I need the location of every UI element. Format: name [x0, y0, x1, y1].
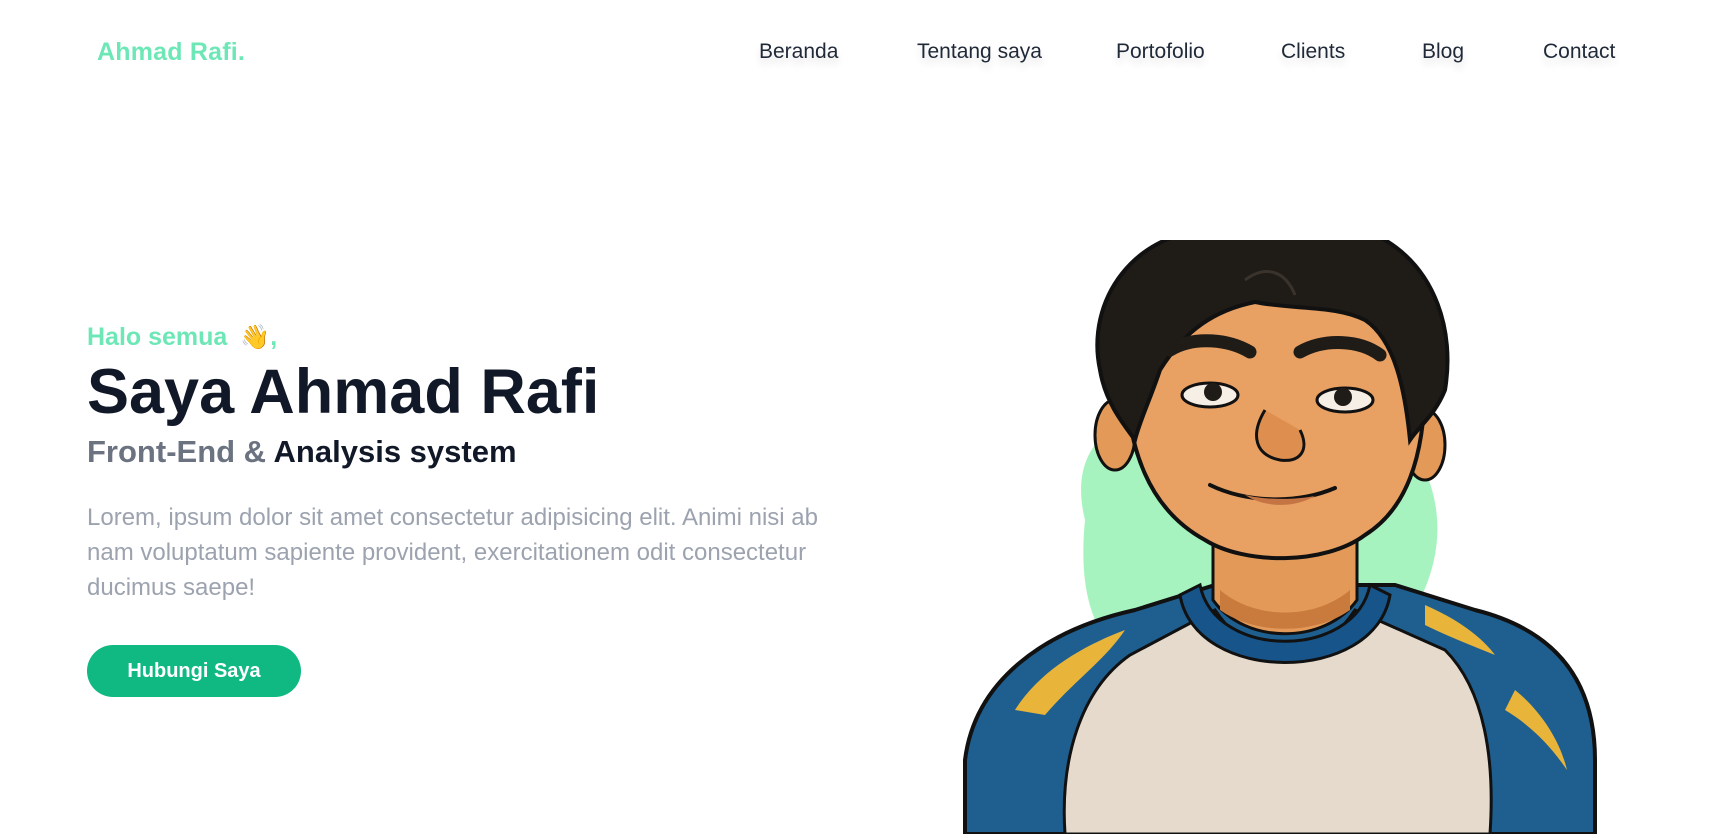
nav-link-blog[interactable]: Blog	[1422, 40, 1464, 64]
greeting-text: Halo semua	[87, 323, 228, 351]
nav-link-beranda[interactable]: Beranda	[759, 40, 838, 64]
contact-me-button[interactable]: Hubungi Saya	[87, 645, 301, 697]
waving-hand-icon: 👋	[240, 324, 271, 351]
nav-link-contact[interactable]: Contact	[1543, 40, 1615, 64]
hero-text: Halo semua 👋, Saya Ahmad Rafi Front-End …	[87, 320, 887, 697]
subtitle-role-1: Front-End &	[87, 434, 267, 469]
greeting-suffix: ,	[270, 323, 278, 351]
nav-menu: Beranda Tentang saya Portofolio Clients …	[0, 40, 1736, 70]
cartoon-portrait-icon	[963, 240, 1597, 834]
hero-headline: Saya Ahmad Rafi	[87, 357, 600, 427]
navbar: Ahmad Rafi. Beranda Tentang saya Portofo…	[0, 0, 1736, 110]
nav-link-tentang-saya[interactable]: Tentang saya	[917, 40, 1042, 64]
subtitle-role-2: Analysis system	[273, 434, 517, 469]
nav-link-portofolio[interactable]: Portofolio	[1116, 40, 1205, 64]
hero-subtitle: Front-End & Analysis system	[87, 432, 887, 472]
hero-greeting: Halo semua 👋,	[87, 320, 887, 354]
hero-portrait	[955, 240, 1615, 834]
hero-description: Lorem, ipsum dolor sit amet consectetur …	[87, 504, 818, 601]
nav-link-clients[interactable]: Clients	[1281, 40, 1345, 64]
